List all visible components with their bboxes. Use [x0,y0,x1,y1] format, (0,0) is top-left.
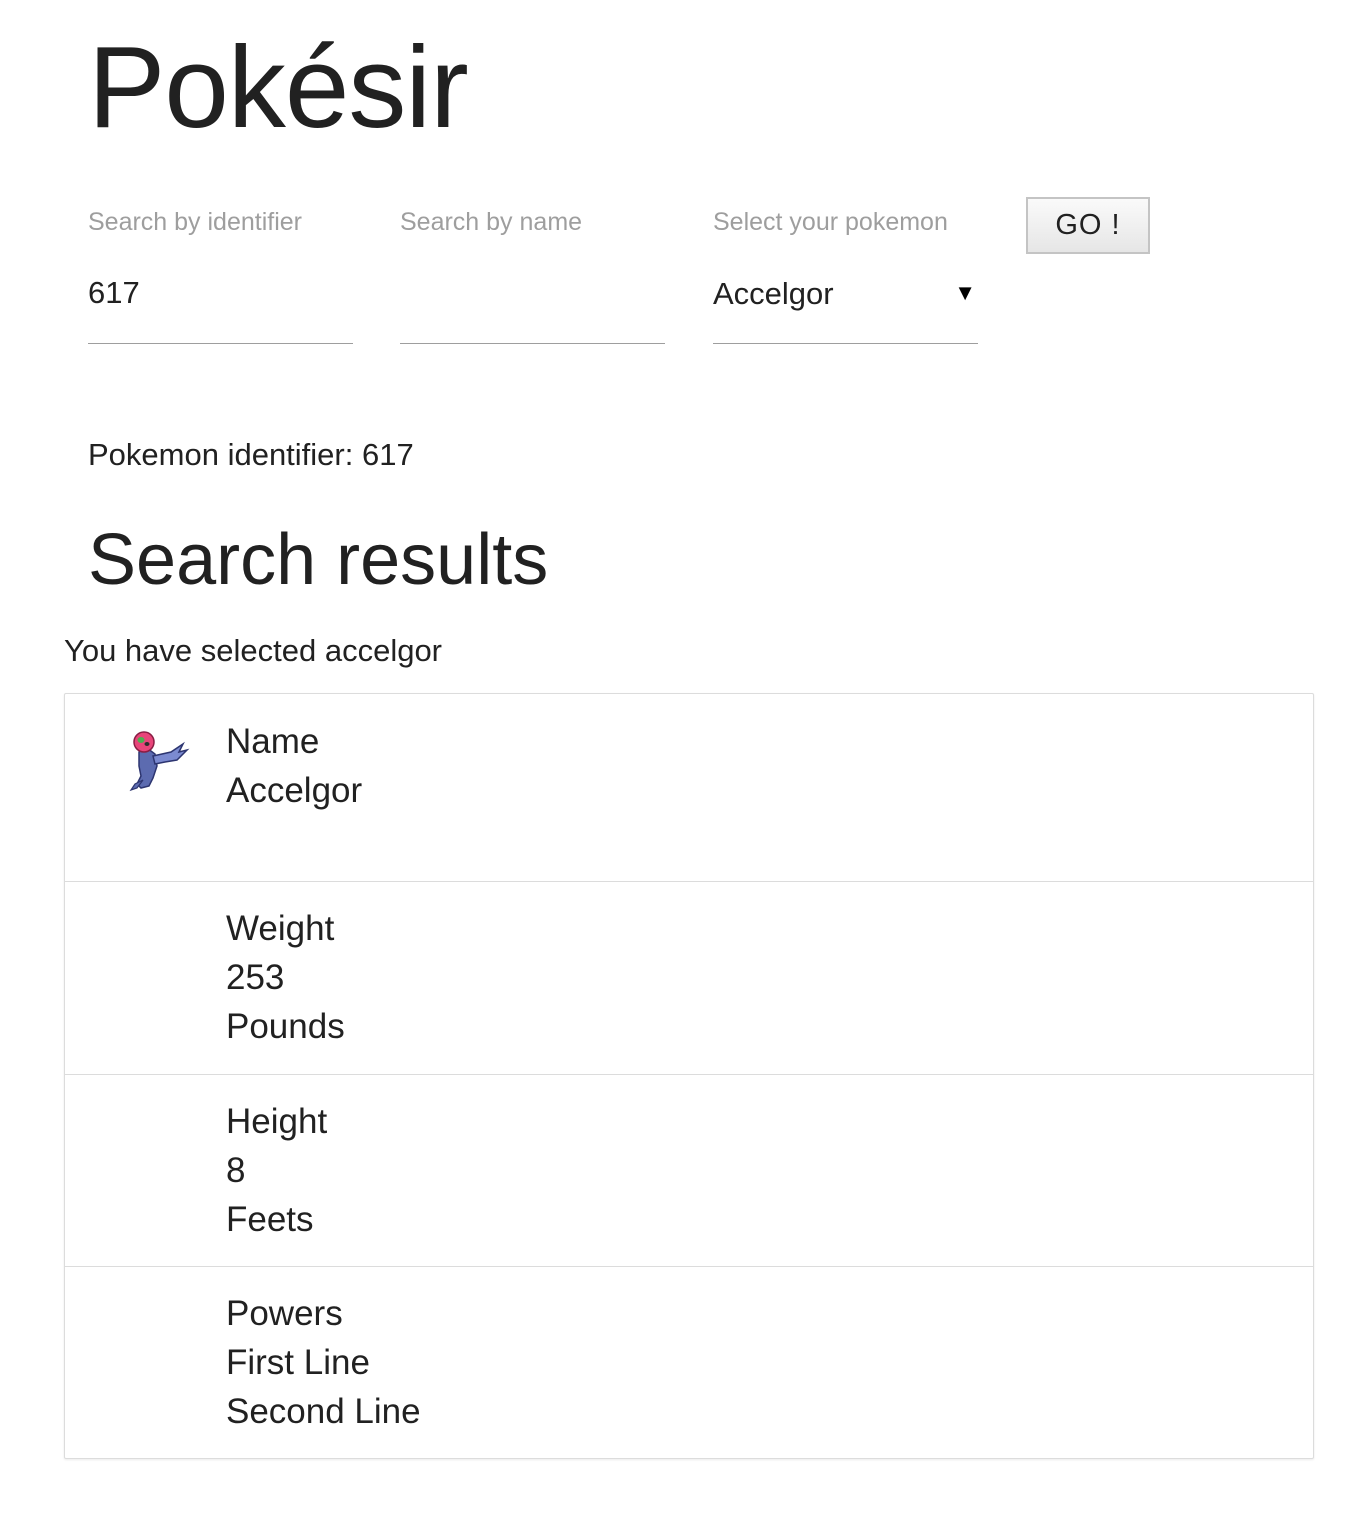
result-row-weight: Weight 253 Pounds [65,882,1313,1075]
name-field: Search by name [400,200,665,345]
pokemon-select-label: Select your pokemon [713,208,948,236]
result-row-height: Height 8 Feets [65,1075,1313,1267]
powers-block: Powers First Line Second Line [226,1289,421,1436]
height-unit: Feets [226,1200,314,1239]
name-input[interactable] [400,272,665,344]
result-row-name: Name Accelgor [65,694,1313,882]
app-title: Pokésir [88,22,469,152]
weight-unit: Pounds [226,1007,345,1046]
name-label: Search by name [400,208,583,236]
identifier-input[interactable] [88,272,353,344]
search-results-heading: Search results [88,520,549,600]
selected-pokemon-text: You have selected accelgor [64,633,443,668]
pokemon-select-value: Accelgor [713,276,834,311]
name-value: Accelgor [226,771,363,810]
name-title: Name [226,722,320,761]
powers-line-2: Second Line [226,1392,421,1431]
pokemon-select-field: Select your pokemon Accelgor ▼ [713,200,978,345]
result-list: Name Accelgor Weight 253 Pounds Height 8… [64,693,1314,1459]
pokemon-identifier-text: Pokemon identifier: 617 [88,437,414,472]
weight-block: Weight 253 Pounds [226,904,345,1051]
identifier-field: Search by identifier [88,200,353,345]
name-block: Name Accelgor [226,717,362,815]
height-block: Height 8 Feets [226,1097,327,1244]
height-title: Height [226,1102,328,1141]
pokemon-select[interactable]: Accelgor ▼ [713,272,978,344]
powers-title: Powers [226,1294,343,1333]
triangle-down-icon: ▼ [954,280,976,305]
weight-value: 253 [226,958,285,997]
accelgor-sprite-icon [129,731,190,792]
weight-title: Weight [226,909,335,948]
height-value: 8 [226,1151,246,1190]
go-button[interactable]: GO ! [1026,197,1150,254]
powers-line-1: First Line [226,1343,370,1382]
result-row-powers: Powers First Line Second Line [65,1267,1313,1458]
identifier-label: Search by identifier [88,208,303,236]
